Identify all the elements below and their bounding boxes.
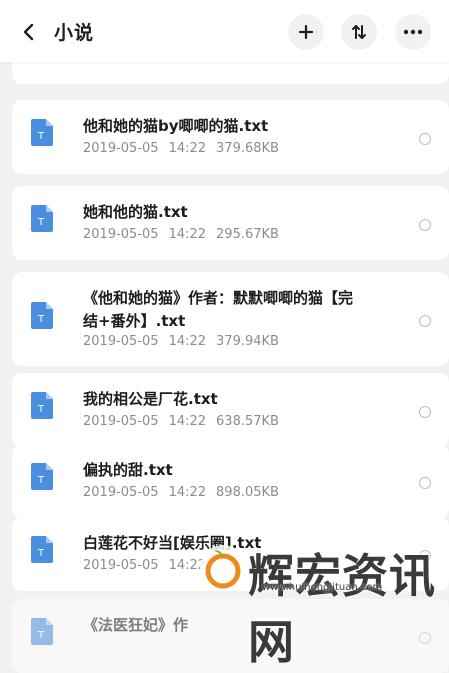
select-radio[interactable]	[419, 219, 431, 231]
file-icon-letter: T	[37, 548, 45, 559]
txt-file-icon: T	[31, 463, 53, 490]
file-name: 《他和她的猫》作者：默默唧唧的猫【完	[83, 289, 354, 307]
file-meta: 2019-05-05 14:22 638.57KB	[83, 414, 289, 429]
txt-file-icon: T	[31, 302, 53, 329]
file-meta: 2019-05-05 14:22 898.05KB	[83, 485, 289, 500]
file-meta: 2019-05-05 14:22 379.94KB	[83, 334, 289, 349]
file-meta: 2019-05-05 14:22 379.68KB	[83, 141, 289, 156]
file-icon-letter: T	[37, 314, 45, 325]
file-date: 2019-05-05	[83, 141, 159, 156]
select-radio[interactable]	[419, 133, 431, 145]
select-radio[interactable]	[419, 477, 431, 489]
file-date: 2019-05-05	[83, 485, 159, 500]
page-title: 小说	[54, 22, 95, 44]
file-row[interactable]: T 我的相公是厂花.txt 2019-05-05 14:22 638.57KB	[12, 373, 449, 447]
file-size: 295.67KB	[216, 227, 279, 242]
plus-icon	[298, 24, 314, 40]
add-button[interactable]	[288, 14, 324, 50]
more-icon	[403, 29, 423, 35]
chevron-left-icon	[23, 23, 34, 41]
txt-file-icon: T	[31, 392, 53, 419]
more-button[interactable]	[395, 14, 431, 50]
file-icon-letter: T	[37, 475, 45, 486]
top-app-bar: 小说	[0, 0, 449, 62]
file-date: 2019-05-05	[83, 558, 159, 573]
file-meta: 2019-05-05 14:22	[83, 558, 216, 573]
file-icon-letter: T	[37, 404, 45, 415]
file-meta: 2019-05-05 14:22 295.67KB	[83, 227, 289, 242]
txt-file-icon: T	[31, 618, 53, 645]
file-date: 2019-05-05	[83, 414, 159, 429]
file-icon-letter: T	[37, 131, 45, 142]
txt-file-icon: T	[31, 536, 53, 563]
file-time: 14:22	[168, 414, 207, 429]
file-row[interactable]: T 偏执的甜.txt 2019-05-05 14:22 898.05KB	[12, 444, 449, 518]
file-time: 14:22	[168, 334, 207, 349]
file-name: 我的相公是厂花.txt	[83, 390, 218, 408]
file-size: 898.05KB	[216, 485, 279, 500]
txt-file-icon: T	[31, 119, 53, 146]
file-name: 她和他的猫.txt	[83, 203, 188, 221]
select-radio[interactable]	[419, 315, 431, 327]
file-size: 379.68KB	[216, 141, 279, 156]
file-row[interactable]: T 她和他的猫.txt 2019-05-05 14:22 295.67KB	[12, 186, 449, 260]
file-time: 14:22	[168, 141, 207, 156]
watermark-logo-icon	[200, 545, 246, 591]
file-time: 14:22	[168, 485, 207, 500]
sort-icon	[352, 25, 366, 39]
file-date: 2019-05-05	[83, 334, 159, 349]
file-icon-letter: T	[37, 630, 45, 641]
file-date: 2019-05-05	[83, 227, 159, 242]
file-time: 14:22	[168, 227, 207, 242]
watermark-text: 辉宏资讯网	[248, 549, 436, 669]
file-size: 638.57KB	[216, 414, 279, 429]
file-name: 偏执的甜.txt	[83, 461, 173, 479]
file-icon-letter: T	[37, 217, 45, 228]
watermark-url: www.huihongjituan.com	[262, 582, 383, 593]
file-name: 他和她的猫by唧唧的猫.txt	[83, 117, 269, 135]
file-size: 379.94KB	[216, 334, 279, 349]
select-radio[interactable]	[419, 406, 431, 418]
sort-button[interactable]	[341, 14, 377, 50]
file-row[interactable]: T 他和她的猫by唧唧的猫.txt 2019-05-05 14:22 379.68KB	[12, 100, 449, 174]
file-row[interactable]: T 《他和她的猫》作者：默默唧唧的猫【完 结+番外】.txt 2019-05-05 14…	[12, 272, 449, 366]
file-name: 结+番外】.txt	[83, 312, 186, 330]
back-button[interactable]	[14, 17, 44, 47]
txt-file-icon: T	[31, 205, 53, 232]
